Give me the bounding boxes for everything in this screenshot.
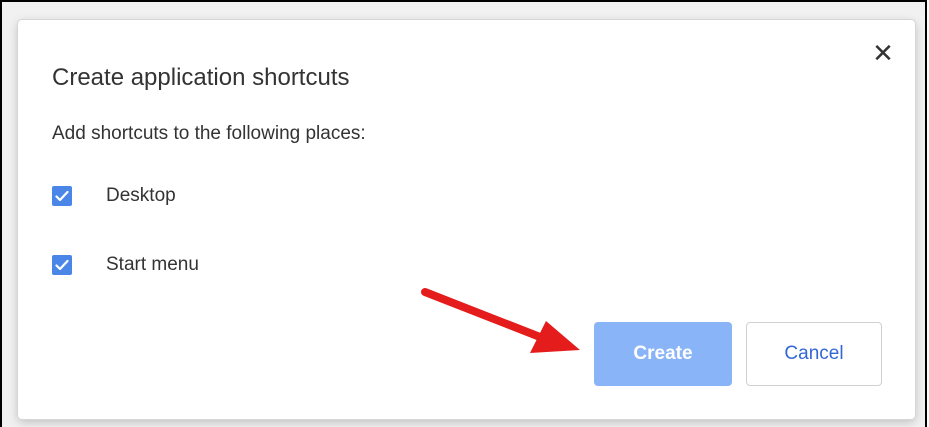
cancel-button[interactable]: Cancel [746,322,882,386]
start-menu-checkbox[interactable] [52,255,72,275]
dialog-title: Create application shortcuts [52,64,350,91]
checkmark-icon [55,190,69,202]
desktop-label: Desktop [106,185,176,206]
desktop-checkbox[interactable] [52,186,72,206]
close-icon[interactable]: ✕ [871,41,895,67]
start-menu-option[interactable]: Start menu [52,252,199,278]
desktop-option[interactable]: Desktop [52,183,176,209]
create-shortcuts-dialog: ✕ Create application shortcuts Add short… [18,20,915,419]
dialog-subtitle: Add shortcuts to the following places: [52,123,366,144]
create-button[interactable]: Create [594,322,732,386]
checkmark-icon [55,259,69,271]
start-menu-label: Start menu [106,254,199,275]
